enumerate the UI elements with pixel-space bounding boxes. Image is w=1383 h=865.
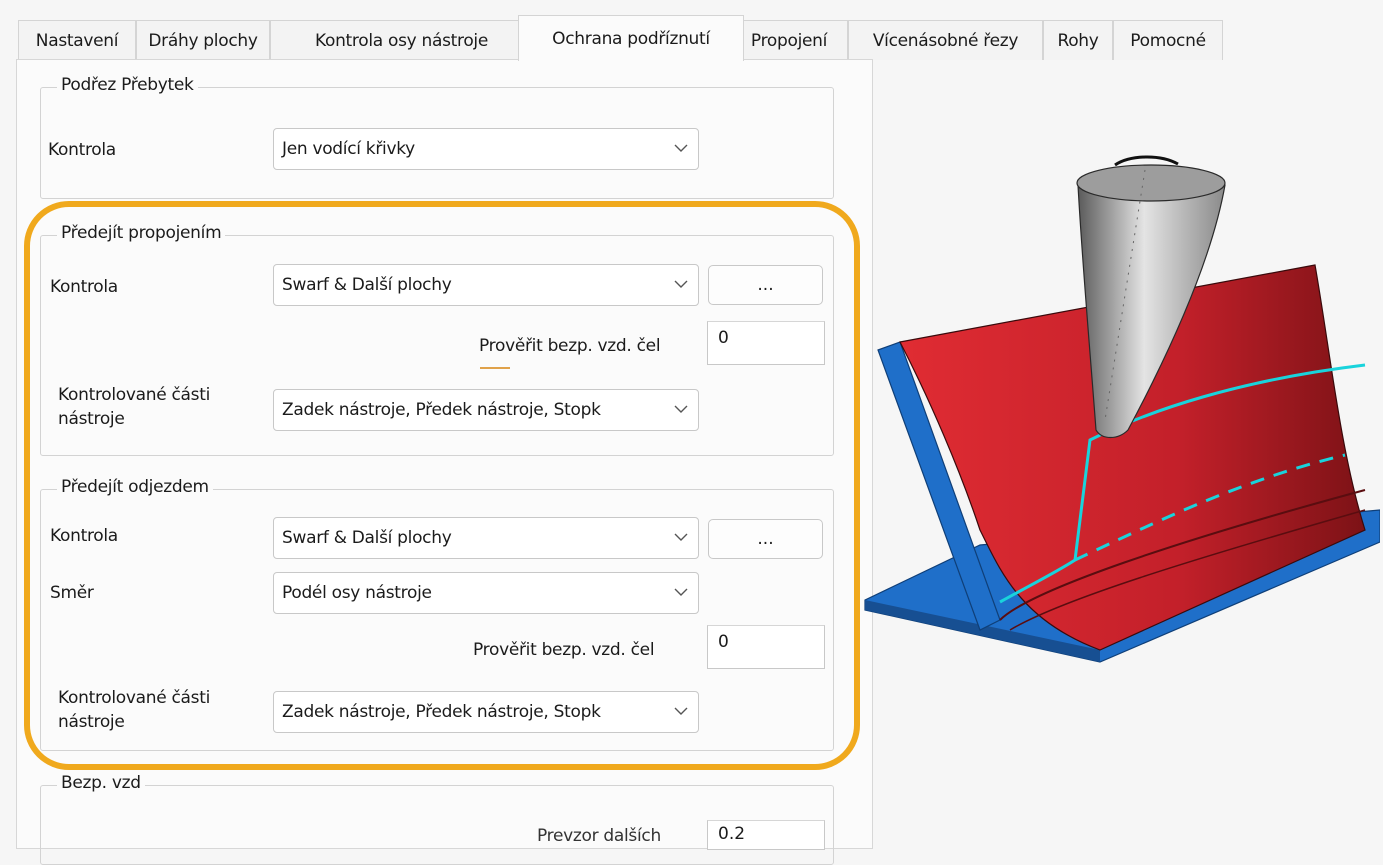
- retract-direction-dropdown[interactable]: Podél osy nástroje: [273, 572, 699, 614]
- tab-rohy[interactable]: Rohy: [1043, 20, 1113, 60]
- tab-bar: Nastavení Dráhy plochy Kontrola osy nást…: [18, 15, 1382, 61]
- dropdown-value: Swarf & Další plochy: [282, 528, 452, 548]
- retract-more-button[interactable]: ...: [708, 519, 823, 559]
- tab-ochrana-podriznuti[interactable]: Ochrana podříznutí: [518, 15, 744, 61]
- tab-nastaveni[interactable]: Nastavení: [18, 20, 136, 60]
- links-parts-label-line1: Kontrolované části: [58, 385, 211, 405]
- safety-partial-label: Prevzor dalších: [537, 826, 661, 846]
- chevron-down-icon: [674, 144, 688, 152]
- retract-clearance-label: Prověřit bezp. vzd. čel: [473, 640, 655, 660]
- dropdown-value: Jen vodící křivky: [282, 139, 415, 159]
- links-clearance-input[interactable]: 0: [707, 321, 825, 365]
- safety-partial-input[interactable]: 0.2: [707, 820, 825, 850]
- links-parts-label-line2: nástroje: [58, 409, 125, 429]
- gouge-check-label: Kontrola: [48, 140, 116, 160]
- dropdown-value: Podél osy nástroje: [282, 583, 432, 603]
- chevron-down-icon: [674, 588, 688, 596]
- links-check-label: Kontrola: [50, 277, 118, 297]
- dropdown-value: Zadek nástroje, Předek nástroje, Stopk: [282, 702, 601, 722]
- dropdown-value: Zadek nástroje, Předek nástroje, Stopk: [282, 400, 601, 420]
- tab-vicenasobne-rezy[interactable]: Vícenásobné řezy: [848, 20, 1043, 60]
- dropdown-value: Swarf & Další plochy: [282, 275, 452, 295]
- retract-parts-dropdown[interactable]: Zadek nástroje, Předek nástroje, Stopk: [273, 691, 699, 733]
- group-title: Předejít odjezdem: [57, 477, 213, 497]
- retract-clearance-input[interactable]: 0: [707, 625, 825, 669]
- links-check-dropdown[interactable]: Swarf & Další plochy: [273, 264, 699, 306]
- retract-check-label: Kontrola: [50, 526, 118, 546]
- group-title: Bezp. vzd: [57, 773, 145, 793]
- group-title: Podřez Přebytek: [57, 75, 198, 95]
- gouge-check-dropdown[interactable]: Jen vodící křivky: [273, 128, 699, 170]
- chevron-down-icon: [674, 706, 688, 716]
- retract-parts-label-line2: nástroje: [58, 712, 125, 732]
- tab-propojeni[interactable]: Propojení: [730, 20, 848, 60]
- links-parts-dropdown[interactable]: Zadek nástroje, Předek nástroje, Stopk: [273, 389, 699, 431]
- tab-kontrola-osy[interactable]: Kontrola osy nástroje: [270, 20, 533, 60]
- chevron-down-icon: [674, 533, 688, 541]
- tab-drahy-plochy[interactable]: Dráhy plochy: [136, 20, 270, 60]
- focus-underline: [480, 367, 510, 369]
- chevron-down-icon: [674, 280, 688, 288]
- retract-direction-label: Směr: [50, 583, 94, 603]
- retract-parts-label-line1: Kontrolované části: [58, 688, 211, 708]
- group-title: Předejít propojením: [57, 223, 226, 243]
- tab-pomocne[interactable]: Pomocné: [1113, 20, 1223, 60]
- chevron-down-icon: [674, 404, 688, 414]
- links-clearance-label: Prověřit bezp. vzd. čel: [479, 336, 661, 356]
- links-more-button[interactable]: ...: [708, 265, 823, 305]
- swarf-gouge-illustration: [864, 155, 1380, 663]
- retract-check-dropdown[interactable]: Swarf & Další plochy: [273, 517, 699, 559]
